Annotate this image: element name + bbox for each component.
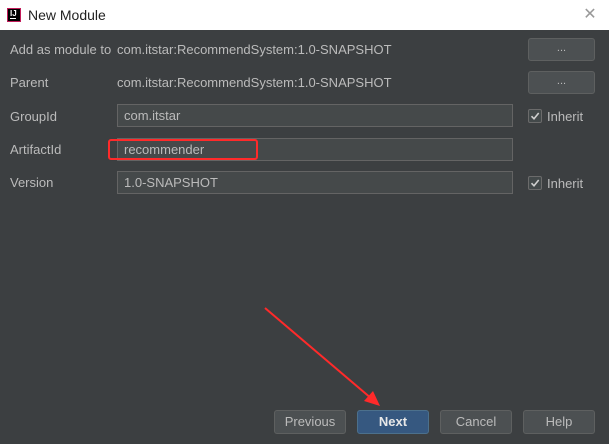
- help-button[interactable]: Help: [523, 410, 595, 434]
- cancel-button[interactable]: Cancel: [440, 410, 512, 434]
- red-arrow-annotation: [264, 307, 380, 406]
- previous-button[interactable]: Previous: [274, 410, 346, 434]
- next-button[interactable]: Next: [357, 410, 429, 434]
